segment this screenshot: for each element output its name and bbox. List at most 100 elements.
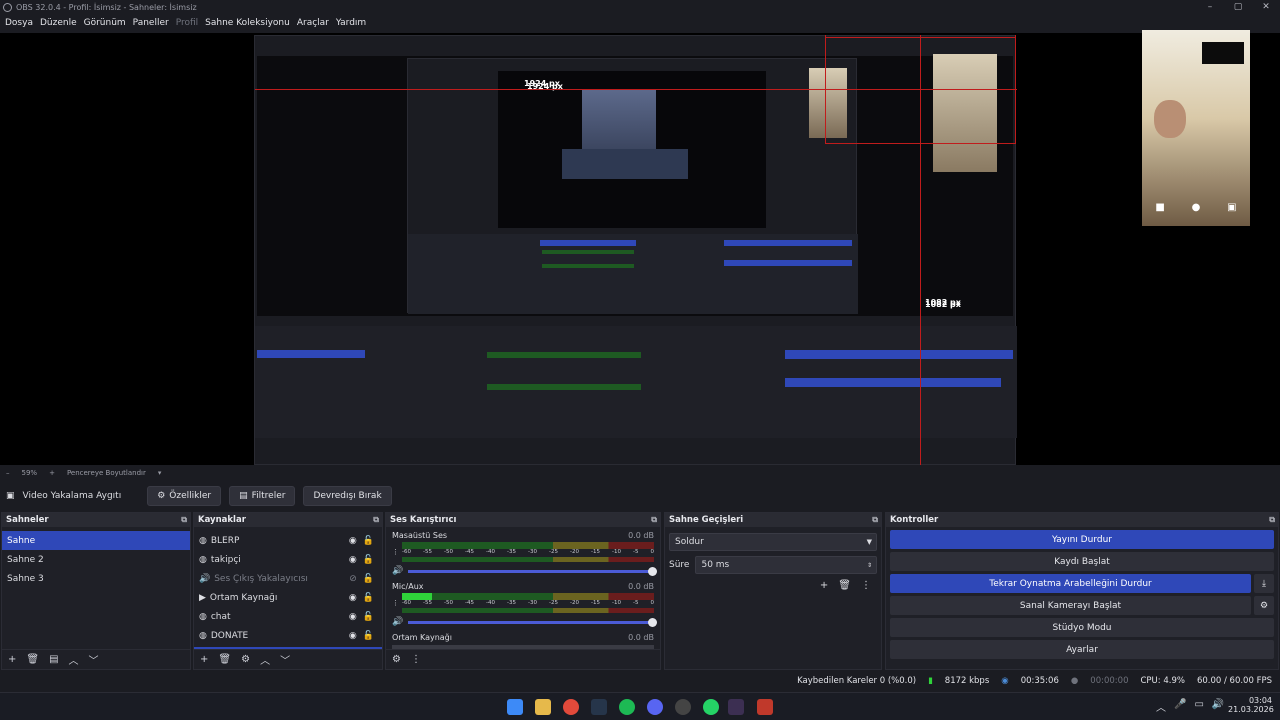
zoom-out-button[interactable]: – (6, 469, 10, 477)
undock-icon[interactable]: ⧉ (1269, 515, 1275, 525)
lock-icon[interactable]: 🔓 (363, 555, 374, 565)
chevron-up-icon[interactable]: ︿ (1156, 699, 1166, 714)
eye-icon[interactable]: ◉ (349, 536, 357, 546)
nested-docks-2 (408, 234, 858, 314)
scene-item[interactable]: Sahne 3 (2, 569, 190, 588)
save-replay-icon[interactable]: ⤓ (1254, 574, 1274, 593)
lock-icon[interactable]: 🔓 (363, 574, 374, 584)
settings-button[interactable]: Ayarlar (890, 640, 1274, 659)
undock-icon[interactable]: ⧉ (651, 515, 657, 525)
lock-icon[interactable]: 🔓 (363, 631, 374, 641)
trash-icon[interactable]: 🗑 (218, 654, 231, 665)
channel-name: Mic/Aux (392, 582, 424, 591)
menu-view[interactable]: Görünüm (84, 18, 126, 28)
lock-icon[interactable]: 🔓 (363, 593, 374, 603)
source-item[interactable]: ◍ DONATE ◉ 🔓 (194, 626, 382, 645)
app-icon[interactable] (675, 699, 691, 715)
properties-button[interactable]: ⚙ Özellikler (147, 486, 222, 506)
chevron-up-icon[interactable]: ︿ (260, 652, 270, 667)
camera-icon[interactable]: ■ (1155, 202, 1164, 213)
share-icon[interactable]: ▣ (1227, 202, 1236, 213)
eye-icon[interactable]: ◉ (349, 612, 357, 622)
slider-knob[interactable] (648, 617, 657, 627)
undock-icon[interactable]: ⧉ (181, 515, 187, 525)
menu-help[interactable]: Yardım (336, 18, 366, 28)
source-item[interactable]: ◍ BLERP ◉ 🔓 (194, 531, 382, 550)
source-item[interactable]: ◍ chat ◉ 🔓 (194, 607, 382, 626)
start-recording-button[interactable]: Kaydı Başlat (890, 552, 1274, 571)
menu-edit[interactable]: Düzenle (40, 18, 77, 28)
menu-scene-collection[interactable]: Sahne Koleksiyonu (205, 18, 290, 28)
tray-icons[interactable]: ︿ 🎤 ▭ 🔊 (1156, 699, 1224, 714)
minimize-button[interactable]: – (1196, 2, 1224, 12)
scene-item[interactable]: Sahne 2 (2, 550, 190, 569)
eye-icon[interactable]: ◉ (349, 555, 357, 565)
source-item[interactable]: ▶ Ortam Kaynağı ◉ 🔓 (194, 588, 382, 607)
menu-docks[interactable]: Paneller (133, 18, 169, 28)
stop-stream-button[interactable]: Yayını Durdur (890, 530, 1274, 549)
eye-icon[interactable]: ◉ (349, 631, 357, 641)
maximize-button[interactable]: ▢ (1224, 2, 1252, 12)
filter-icon[interactable]: ▤ (49, 654, 58, 665)
speaker-icon[interactable]: 🔊 (392, 566, 403, 576)
volume-icon[interactable]: 🔊 (1212, 699, 1224, 714)
transition-select[interactable]: Soldur ▼ (669, 533, 877, 551)
volume-slider[interactable] (408, 566, 657, 576)
deactivate-button[interactable]: Devredışı Bırak (303, 486, 392, 506)
mic-icon[interactable]: 🎤 (1174, 699, 1186, 714)
gear-icon[interactable]: ⚙ (241, 654, 250, 665)
chevron-down-icon[interactable]: ﹀ (89, 652, 99, 667)
spotify-icon[interactable] (619, 699, 635, 715)
app-icon-2[interactable] (757, 699, 773, 715)
clock[interactable]: 03:04 21.03.2026 (1228, 696, 1274, 714)
scene-item[interactable]: Sahne (2, 531, 190, 550)
menu-dots-icon[interactable]: ⋮ (411, 654, 421, 665)
studio-mode-button[interactable]: Stüdyo Modu (890, 618, 1274, 637)
menu-dots-icon[interactable]: ⋮ (861, 580, 871, 591)
menu-file[interactable]: Dosya (5, 18, 33, 28)
stop-replay-buffer-button[interactable]: Tekrar Oynatma Arabelleğini Durdur (890, 574, 1251, 593)
discord-icon[interactable] (647, 699, 663, 715)
whatsapp-icon[interactable] (703, 699, 719, 715)
lock-icon[interactable]: 🔓 (363, 536, 374, 546)
chevron-down-icon[interactable]: ▾ (158, 469, 162, 477)
gear-icon[interactable]: ⚙ (1254, 596, 1274, 615)
zoom-in-button[interactable]: + (49, 469, 55, 477)
gear-dots-icon[interactable]: ⋮ (392, 599, 399, 607)
volume-slider[interactable] (408, 617, 657, 627)
file-explorer-icon[interactable] (535, 699, 551, 715)
spin-icon[interactable]: ⇕ (867, 562, 872, 569)
steam-icon[interactable] (591, 699, 607, 715)
eye-icon[interactable]: ◉ (349, 593, 357, 603)
menu-tools[interactable]: Araçlar (297, 18, 329, 28)
slider-knob[interactable] (648, 566, 657, 576)
gear-dots-icon[interactable]: ⋮ (392, 548, 399, 556)
speaker-icon[interactable]: 🔊 (392, 617, 403, 627)
network-icon[interactable]: ▭ (1194, 699, 1203, 714)
add-icon[interactable]: + (8, 654, 16, 665)
obs-taskbar-icon[interactable] (728, 699, 744, 715)
duration-input[interactable]: 50 ms ⇕ (695, 556, 877, 574)
source-item[interactable]: ◍ takipçi ◉ 🔓 (194, 550, 382, 569)
chevron-down-icon[interactable]: ﹀ (280, 652, 290, 667)
eye-hidden-icon[interactable]: ⊘ (349, 574, 357, 584)
lock-icon[interactable]: 🔓 (363, 612, 374, 622)
close-button[interactable]: ✕ (1252, 2, 1280, 12)
filters-button[interactable]: ▤ Filtreler (229, 486, 296, 506)
windows-start-icon[interactable] (507, 699, 523, 715)
chevron-up-icon[interactable]: ︿ (69, 652, 79, 667)
mic-icon[interactable]: ● (1192, 202, 1201, 213)
webcam-source[interactable]: ■ ● ▣ (1142, 30, 1250, 226)
chrome-icon[interactable] (563, 699, 579, 715)
trash-icon[interactable]: 🗑 (26, 654, 39, 665)
mixer-settings-icon[interactable]: ⚙ (392, 654, 401, 665)
trash-icon[interactable]: 🗑 (838, 580, 851, 591)
undock-icon[interactable]: ⧉ (872, 515, 878, 525)
source-item[interactable]: 🔊 Ses Çıkış Yakalayıcısı ⊘ 🔓 (194, 569, 382, 588)
undock-icon[interactable]: ⧉ (373, 515, 379, 525)
start-virtual-camera-button[interactable]: Sanal Kamerayı Başlat (890, 596, 1251, 615)
add-icon[interactable]: + (820, 580, 828, 591)
menu-profile[interactable]: Profil (176, 18, 198, 28)
add-icon[interactable]: + (200, 654, 208, 665)
preview-canvas[interactable]: 1082 px 1924 px 1924 px 1082 px ■ ● ▣ (0, 30, 1280, 465)
